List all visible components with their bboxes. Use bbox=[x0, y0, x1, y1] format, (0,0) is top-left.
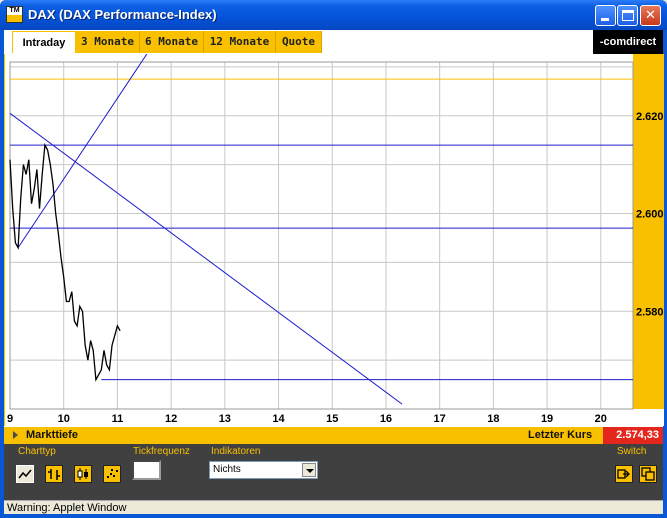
point-chart-button[interactable] bbox=[103, 465, 121, 483]
status-bar: Warning: Applet Window bbox=[4, 500, 663, 514]
indikatoren-value: Nichts bbox=[213, 464, 241, 475]
maximize-button[interactable] bbox=[617, 5, 638, 26]
x-tick-label: 18 bbox=[487, 413, 499, 425]
app-icon-label: TM bbox=[9, 7, 20, 14]
tab-intraday[interactable]: Intraday bbox=[12, 31, 76, 53]
minimize-icon bbox=[601, 18, 609, 21]
title-bar[interactable]: TM DAX (DAX Performance-Index) ✕ bbox=[0, 0, 667, 30]
x-tick-label: 17 bbox=[434, 413, 446, 425]
x-tick-label: 11 bbox=[112, 413, 124, 425]
x-tick-label: 20 bbox=[595, 413, 607, 425]
tickfrequenz-input[interactable] bbox=[132, 460, 161, 480]
controls-panel: Charttyp Tickfrequenz Indikatoren Nichts… bbox=[4, 444, 663, 500]
chart-svg: 9 10 11 12 13 14 15 16 17 18 19 20 2.620 2.600 2.580 bbox=[5, 54, 664, 426]
y-tick-label: 2.620 bbox=[636, 111, 664, 123]
candlestick-chart-icon bbox=[77, 468, 88, 480]
tab-quote[interactable]: Quote bbox=[276, 31, 322, 53]
tab-6-monate[interactable]: 6 Monate bbox=[140, 31, 204, 53]
chevron-down-icon[interactable] bbox=[302, 463, 316, 477]
tab-3-monate[interactable]: 3 Monate bbox=[76, 31, 140, 53]
x-tick-label: 12 bbox=[165, 413, 177, 425]
indikatoren-select[interactable]: Nichts bbox=[209, 461, 318, 479]
y-tick-label: 2.580 bbox=[636, 306, 664, 318]
app-icon[interactable]: TM bbox=[6, 6, 23, 23]
x-tick-label: 13 bbox=[219, 413, 231, 425]
minimize-button[interactable] bbox=[595, 5, 616, 26]
tab-12-monate[interactable]: 12 Monate bbox=[204, 31, 276, 53]
switch-window-icon bbox=[641, 467, 655, 481]
tickfrequenz-label: Tickfrequenz bbox=[133, 446, 190, 457]
candlestick-chart-button[interactable] bbox=[74, 465, 92, 483]
switch-forward-icon bbox=[617, 469, 630, 479]
ohlc-chart-icon bbox=[48, 469, 60, 480]
charttyp-label: Charttyp bbox=[18, 446, 56, 457]
trend-line bbox=[17, 54, 148, 248]
indikatoren-label: Indikatoren bbox=[211, 446, 261, 457]
intraday-chart[interactable]: 9 10 11 12 13 14 15 16 17 18 19 20 2.620 2.600 2.580 bbox=[4, 54, 664, 426]
x-tick-label: 16 bbox=[380, 413, 392, 425]
tab-bar: Intraday 3 Monate 6 Monate 12 Monate Quo… bbox=[4, 30, 663, 54]
app-icon-bar bbox=[7, 15, 22, 22]
markttiefe-link[interactable]: Markttiefe bbox=[26, 429, 78, 441]
last-price-value: 2.574,33 bbox=[603, 427, 663, 444]
y-tick-label: 2.600 bbox=[636, 209, 664, 221]
line-chart-button[interactable] bbox=[16, 465, 34, 483]
point-chart-icon bbox=[107, 469, 118, 478]
line-chart-icon bbox=[18, 469, 32, 479]
applet-client-area: Intraday 3 Monate 6 Monate 12 Monate Quo… bbox=[4, 30, 664, 514]
last-price-label: Letzter Kurs bbox=[528, 429, 593, 441]
comdirect-logo: -comdirect bbox=[593, 30, 663, 54]
ohlc-chart-button[interactable] bbox=[45, 465, 63, 483]
x-tick-label: 15 bbox=[326, 413, 338, 425]
applet-window: TM DAX (DAX Performance-Index) ✕ Intrada… bbox=[0, 0, 667, 518]
x-tick-label: 19 bbox=[541, 413, 553, 425]
expand-arrow-icon[interactable] bbox=[13, 431, 18, 439]
info-bar: Markttiefe Letzter Kurs 2.574,33 bbox=[4, 427, 663, 444]
switch-forward-button[interactable] bbox=[615, 465, 633, 483]
status-text: Warning: Applet Window bbox=[7, 502, 127, 514]
maximize-icon bbox=[622, 10, 634, 21]
close-icon: ✕ bbox=[645, 8, 656, 23]
switch-window-button[interactable] bbox=[639, 465, 657, 483]
x-tick-label: 14 bbox=[272, 413, 285, 425]
x-tick-label: 10 bbox=[58, 413, 70, 425]
price-axis-panel bbox=[633, 54, 664, 409]
x-tick-label: 9 bbox=[7, 413, 13, 425]
switch-label: Switch bbox=[617, 446, 647, 457]
window-title: DAX (DAX Performance-Index) bbox=[28, 7, 217, 22]
close-button[interactable]: ✕ bbox=[640, 5, 661, 26]
